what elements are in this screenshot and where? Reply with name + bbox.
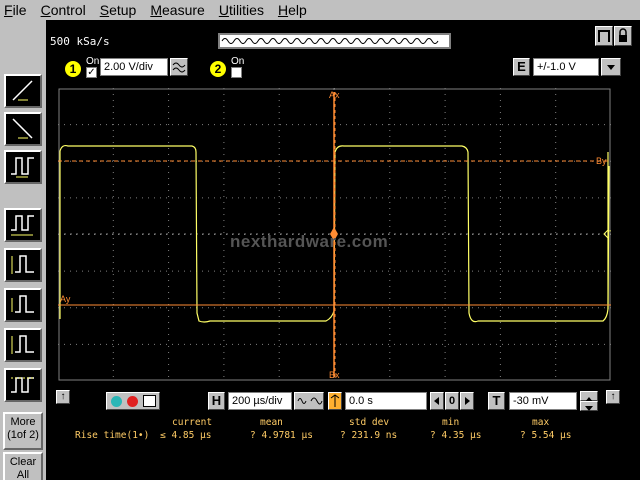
chevron-down-icon bbox=[607, 65, 615, 70]
stats-min-value: ? 4.35 µs bbox=[430, 430, 482, 441]
wave-spinner-icon bbox=[297, 397, 323, 405]
external-trigger-range-field[interactable]: +/-1.0 V bbox=[533, 58, 599, 76]
preview-wave-icon bbox=[221, 38, 439, 44]
watermark-text: nexthardware.com bbox=[230, 232, 389, 251]
menu-setup[interactable]: Setup bbox=[100, 2, 137, 18]
chevron-down-icon bbox=[585, 406, 593, 411]
stats-header-max: max bbox=[532, 417, 550, 428]
pulse-width-icon bbox=[11, 255, 34, 274]
trigger-level-down[interactable] bbox=[580, 401, 598, 411]
amplitude-icon bbox=[11, 295, 34, 313]
horizontal-button[interactable]: H bbox=[208, 392, 225, 410]
delay-reference-button[interactable] bbox=[328, 392, 342, 410]
external-trigger-dropdown[interactable] bbox=[601, 58, 621, 76]
menu-help[interactable]: Help bbox=[278, 2, 307, 18]
menu-measure[interactable]: Measure bbox=[150, 2, 204, 18]
pulse-train-icon bbox=[11, 157, 34, 178]
measure-vmax-button[interactable] bbox=[4, 368, 42, 402]
delay-left-button[interactable] bbox=[430, 392, 444, 410]
clear-label: Clear bbox=[9, 456, 37, 468]
measure-amplitude-button[interactable] bbox=[4, 288, 42, 322]
trigger-marker-icon bbox=[330, 394, 340, 407]
delay-right-button[interactable] bbox=[460, 392, 474, 410]
measure-width-button[interactable] bbox=[4, 248, 42, 282]
timebase-scale-field[interactable]: 200 µs/div bbox=[228, 392, 292, 410]
delay-zero-button[interactable]: 0 bbox=[445, 392, 459, 410]
marker-ax-label: Ax bbox=[329, 90, 340, 100]
red-marker-icon[interactable] bbox=[127, 396, 138, 407]
lock-icon[interactable] bbox=[614, 26, 632, 46]
wave-spinner-icon bbox=[172, 62, 186, 73]
measurement-statistics: current mean std dev min max Rise time(1… bbox=[46, 413, 640, 453]
menu-bar: File Control Setup Measure Utilities Hel… bbox=[0, 0, 640, 20]
sample-rate-label: 500 kSa/s bbox=[50, 35, 110, 48]
channel-1-scale-spinner[interactable] bbox=[170, 58, 188, 76]
measurement-toolbar: More (1of 2) Clear All bbox=[0, 20, 46, 480]
channel-1-on-label: On bbox=[86, 56, 100, 67]
acquisition-preview[interactable] bbox=[218, 33, 451, 49]
stats-header-min: min bbox=[442, 417, 460, 428]
stats-row-label[interactable]: Rise time(1•) bbox=[75, 430, 149, 441]
marker-ay-label: Ay bbox=[60, 294, 71, 304]
measure-rise-time-button[interactable] bbox=[4, 74, 42, 108]
channel-1-on-checkbox[interactable]: ✓ bbox=[86, 67, 97, 78]
period-icon bbox=[11, 215, 34, 236]
marker-by-label: By bbox=[596, 156, 607, 166]
stats-header-mean: mean bbox=[260, 417, 283, 428]
channel-1-indicator[interactable]: 1 bbox=[65, 61, 81, 77]
scroll-up-button[interactable]: ↑ bbox=[56, 390, 70, 404]
channel-2-on-checkbox[interactable] bbox=[231, 67, 242, 78]
menu-file[interactable]: File bbox=[4, 2, 27, 18]
marker-color-group[interactable] bbox=[106, 392, 160, 410]
channel-2-on-label: On bbox=[231, 56, 245, 67]
trigger-level-label: T bbox=[609, 229, 611, 239]
menu-control[interactable]: Control bbox=[41, 2, 86, 18]
measure-fall-time-button[interactable] bbox=[4, 112, 42, 146]
rising-edge-icon bbox=[12, 80, 33, 101]
trigger-scroll-up-button[interactable]: ↑ bbox=[606, 390, 620, 404]
stats-header-current: current bbox=[172, 417, 213, 428]
trigger-button[interactable]: T bbox=[488, 392, 505, 410]
display-mode-controls bbox=[594, 26, 634, 48]
stats-std-dev-value: ? 231.9 ns bbox=[340, 430, 398, 441]
channel-2-indicator[interactable]: 2 bbox=[210, 61, 226, 77]
marker-bx-label: Bx bbox=[329, 370, 340, 380]
timebase-spinner[interactable] bbox=[294, 392, 324, 410]
stats-max-value: ? 5.54 µs bbox=[520, 430, 572, 441]
more-sublabel: (1of 2) bbox=[7, 429, 39, 441]
trigger-level-up[interactable] bbox=[580, 391, 598, 402]
more-button[interactable]: More (1of 2) bbox=[3, 412, 43, 450]
stats-mean-value: ? 4.9781 µs bbox=[250, 430, 313, 441]
voltage-max-icon bbox=[11, 377, 34, 393]
chevron-left-icon bbox=[434, 397, 439, 405]
clear-sublabel: All bbox=[16, 469, 30, 480]
peak-to-peak-icon bbox=[11, 335, 34, 354]
measure-frequency-button[interactable] bbox=[4, 150, 42, 184]
run-stop-icon[interactable] bbox=[595, 26, 613, 46]
clear-all-button[interactable]: Clear All bbox=[3, 452, 43, 480]
external-trigger-button[interactable]: E bbox=[513, 58, 530, 76]
more-label: More bbox=[10, 416, 36, 428]
trigger-level-field[interactable]: -30 mV bbox=[509, 392, 577, 410]
measure-vpp-button[interactable] bbox=[4, 328, 42, 362]
stats-current-value: ≤ 4.85 µs bbox=[160, 430, 212, 441]
stats-header-std-dev: std dev bbox=[349, 417, 390, 428]
image-marker-icon[interactable] bbox=[143, 395, 156, 407]
menu-utilities[interactable]: Utilities bbox=[219, 2, 264, 18]
cyan-marker-icon[interactable] bbox=[111, 396, 122, 407]
delay-field[interactable]: 0.0 s bbox=[345, 392, 427, 410]
falling-edge-icon bbox=[12, 118, 33, 139]
chevron-right-icon bbox=[465, 397, 470, 405]
menu-file-label: ile bbox=[12, 2, 27, 18]
measure-period-button[interactable] bbox=[4, 208, 42, 242]
channel-1-scale-field[interactable]: 2.00 V/div bbox=[100, 58, 168, 76]
